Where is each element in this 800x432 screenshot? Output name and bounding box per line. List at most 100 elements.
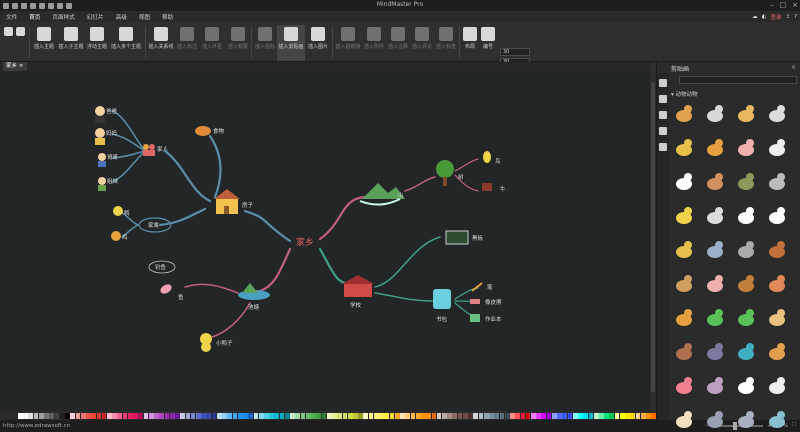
pig-clipart-icon[interactable] xyxy=(735,136,757,158)
share-icon[interactable]: ⇪ xyxy=(785,14,790,20)
rabbit-clipart-icon[interactable] xyxy=(704,102,726,124)
menu-slides[interactable]: 幻灯片 xyxy=(81,13,110,21)
turtle-clipart-icon[interactable] xyxy=(735,170,757,192)
insert-callout-button[interactable]: 插入标注 xyxy=(175,25,199,61)
dog2-clipart-icon[interactable] xyxy=(704,136,726,158)
lizard2-clipart-icon[interactable] xyxy=(735,340,757,362)
color-swatch[interactable] xyxy=(65,412,70,419)
color-swatch[interactable] xyxy=(483,412,489,419)
color-swatch[interactable] xyxy=(248,412,254,419)
tab-document[interactable]: 家乡 × xyxy=(3,62,27,71)
bear-clipart-icon[interactable] xyxy=(673,408,695,430)
color-swatch[interactable] xyxy=(311,412,316,419)
color-swatch[interactable] xyxy=(127,412,133,419)
color-swatch[interactable] xyxy=(478,412,484,419)
bears-clipart-icon[interactable] xyxy=(766,374,788,396)
color-swatch[interactable] xyxy=(159,412,165,419)
color-swatch[interactable] xyxy=(431,412,437,419)
color-swatch[interactable] xyxy=(44,412,49,419)
login-link[interactable]: 登录 xyxy=(770,13,781,21)
elephant3-clipart-icon[interactable] xyxy=(735,408,757,430)
color-swatch[interactable] xyxy=(635,412,641,419)
color-swatch[interactable] xyxy=(211,412,217,419)
color-swatch[interactable] xyxy=(190,412,196,419)
elephant-clipart-icon[interactable] xyxy=(704,238,726,260)
cut-button[interactable] xyxy=(14,25,26,61)
elephant2-clipart-icon[interactable] xyxy=(704,408,726,430)
color-swatch[interactable] xyxy=(504,412,510,419)
pig2-clipart-icon[interactable] xyxy=(704,272,726,294)
topic-schoolbag[interactable]: 书包 xyxy=(433,289,451,323)
color-swatch[interactable] xyxy=(264,412,269,419)
color-swatch[interactable] xyxy=(457,412,463,419)
color-swatch[interactable] xyxy=(122,412,128,419)
cow-clipart-icon[interactable] xyxy=(673,170,695,192)
color-swatch[interactable] xyxy=(80,412,86,419)
color-swatch[interactable] xyxy=(353,412,358,419)
color-swatch[interactable] xyxy=(138,412,144,419)
color-swatch[interactable] xyxy=(640,412,646,419)
insert-hyperlink-button[interactable]: 插入超链接 xyxy=(334,25,362,61)
layout-button[interactable]: 布局 xyxy=(461,25,479,61)
maximize-icon[interactable]: □ xyxy=(780,1,787,9)
color-swatch[interactable] xyxy=(494,412,500,419)
menu-home[interactable]: 首页 xyxy=(23,13,46,21)
clipart-tab-icon[interactable] xyxy=(659,127,667,135)
color-swatch[interactable] xyxy=(243,412,248,419)
icon-tab-icon[interactable] xyxy=(659,111,667,119)
color-swatch[interactable] xyxy=(91,412,97,419)
clipart-category[interactable]: ▾ 动物动物 xyxy=(671,90,698,98)
color-swatch[interactable] xyxy=(33,412,39,419)
cloud-icon[interactable]: ☁ xyxy=(752,14,758,20)
calendar-tab-icon[interactable] xyxy=(659,143,667,151)
color-swatch[interactable] xyxy=(530,412,536,419)
color-swatch[interactable] xyxy=(169,412,175,419)
insert-boundary-button[interactable]: 插入外框 xyxy=(199,25,225,61)
mindmap-canvas[interactable]: 家乡 房子 家人 爸爸 妈妈 哥哥 姐妹 食物 家禽 鸭 鸡 山 树 鸟 牛 池… xyxy=(0,71,650,411)
color-swatch[interactable] xyxy=(546,412,552,419)
insert-icon-button[interactable]: 插入图标 xyxy=(253,25,277,61)
color-swatch[interactable] xyxy=(405,412,411,419)
color-swatch[interactable] xyxy=(614,412,620,419)
color-swatch[interactable] xyxy=(175,412,180,419)
color-swatch[interactable] xyxy=(284,412,290,419)
color-swatch[interactable] xyxy=(133,412,138,419)
color-swatch[interactable] xyxy=(599,412,604,419)
color-swatch[interactable] xyxy=(86,412,91,419)
color-swatch[interactable] xyxy=(499,412,505,419)
deer-clipart-icon[interactable] xyxy=(735,272,757,294)
topic-family[interactable]: 家人 xyxy=(143,144,169,156)
color-swatch[interactable] xyxy=(18,412,23,419)
panda-clipart-icon[interactable] xyxy=(766,204,788,226)
menu-page-style[interactable]: 页面样式 xyxy=(46,13,80,21)
color-swatch[interactable] xyxy=(54,412,60,419)
polar-bear-clipart-icon[interactable] xyxy=(735,374,757,396)
mouse-clipart-icon[interactable] xyxy=(766,170,788,192)
insert-attachment-button[interactable]: 插入附件 xyxy=(362,25,386,61)
color-swatch[interactable] xyxy=(410,412,416,419)
color-swatch[interactable] xyxy=(593,412,599,419)
color-swatch[interactable] xyxy=(164,412,170,419)
color-swatch[interactable] xyxy=(400,412,405,419)
insert-note-button[interactable]: 插入注释 xyxy=(386,25,410,61)
color-swatch[interactable] xyxy=(363,412,369,419)
topic-poultry[interactable]: 家禽 鸭 鸡 xyxy=(111,206,172,241)
color-swatch[interactable] xyxy=(583,412,589,419)
menu-view[interactable]: 视图 xyxy=(133,13,156,21)
color-swatch[interactable] xyxy=(201,412,206,419)
color-swatch[interactable] xyxy=(237,412,243,419)
color-swatch[interactable] xyxy=(646,412,651,419)
koala-clipart-icon[interactable] xyxy=(735,238,757,260)
fit-page-icon[interactable]: ⛶ xyxy=(792,422,796,429)
callout-fishing[interactable]: 钓鱼 xyxy=(148,260,176,274)
color-swatch[interactable] xyxy=(195,412,201,419)
snail-clipart-icon[interactable] xyxy=(766,272,788,294)
minimize-icon[interactable]: – xyxy=(770,1,774,9)
outline-tab-icon[interactable] xyxy=(659,95,667,103)
rhino-clipart-icon[interactable] xyxy=(673,340,695,362)
color-swatch[interactable] xyxy=(253,412,259,419)
color-swatch[interactable] xyxy=(415,412,421,419)
color-swatch[interactable] xyxy=(588,412,594,419)
dove-clipart-icon[interactable] xyxy=(704,204,726,226)
color-swatch[interactable] xyxy=(216,412,222,419)
